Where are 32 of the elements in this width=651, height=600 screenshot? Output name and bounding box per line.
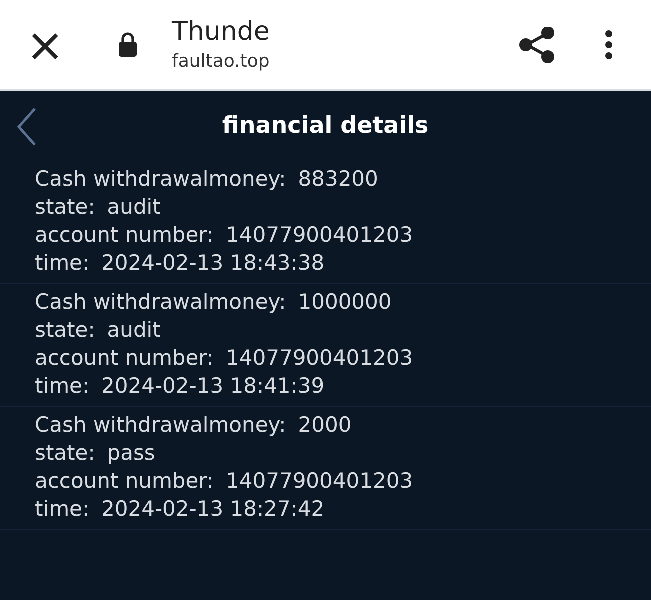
field-value: 14077900401203 <box>226 346 414 370</box>
field-label: state: <box>35 318 96 342</box>
field-value: audit <box>107 318 161 342</box>
field-label: Cash withdrawalmoney: <box>35 413 286 437</box>
lock-icon <box>118 32 138 58</box>
field-label: Cash withdrawalmoney: <box>35 290 286 314</box>
field-value: 2024-02-13 18:41:39 <box>102 374 325 398</box>
field-label: time: <box>35 374 90 398</box>
page-url: faultao.top <box>172 51 271 72</box>
field-label: state: <box>35 195 96 219</box>
field-label: account number: <box>35 469 214 493</box>
field-value: 14077900401203 <box>226 469 414 493</box>
field-value: 883200 <box>298 167 378 191</box>
share-icon[interactable] <box>519 26 555 62</box>
back-icon[interactable] <box>16 107 38 147</box>
field-value: pass <box>107 441 156 465</box>
more-options-icon[interactable] <box>605 30 613 60</box>
header-title: financial details <box>222 113 429 139</box>
field-label: account number: <box>35 346 214 370</box>
field-value: audit <box>107 195 161 219</box>
field-label: time: <box>35 497 90 521</box>
field-label: account number: <box>35 223 214 247</box>
close-button[interactable]: × <box>26 22 62 68</box>
field-label: Cash withdrawalmoney: <box>35 167 286 191</box>
field-label: state: <box>35 441 96 465</box>
field-value: 2024-02-13 18:27:42 <box>102 497 325 521</box>
page-title: Thunde <box>172 17 271 47</box>
field-value: 1000000 <box>298 290 392 314</box>
field-value: 14077900401203 <box>226 223 414 247</box>
field-value: 2000 <box>298 413 352 437</box>
field-label: time: <box>35 251 90 275</box>
field-value: 2024-02-13 18:43:38 <box>102 251 325 275</box>
